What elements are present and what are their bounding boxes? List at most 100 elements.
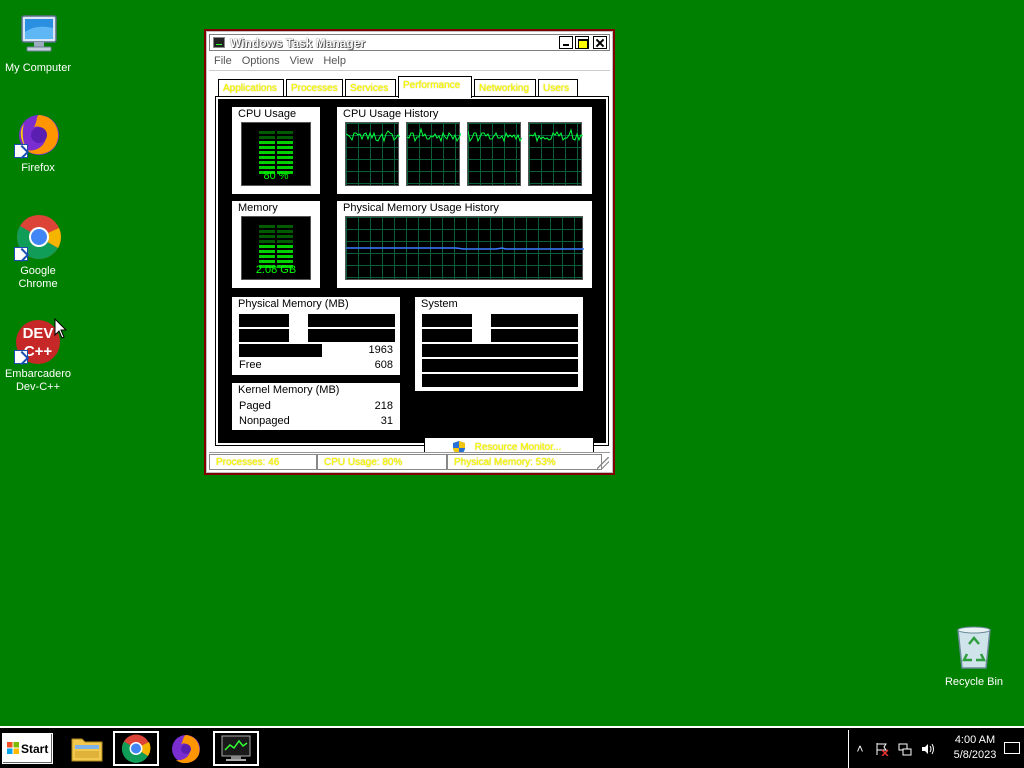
cpu-usage-value: 80 % xyxy=(263,170,289,182)
cpu-usage-title: CPU Usage xyxy=(236,108,299,120)
physical-memory-row: 1963 xyxy=(239,344,393,357)
tab-users[interactable]: Users xyxy=(538,79,578,97)
folder-icon xyxy=(71,738,103,762)
status-cpu-usage: CPU Usage: 80% xyxy=(317,454,447,470)
meter-segment xyxy=(259,240,293,243)
meter-segment xyxy=(259,230,293,233)
meter-segment xyxy=(259,156,293,159)
cpu-history-graph-core-2 xyxy=(406,122,462,186)
tray-chevron-up-icon[interactable]: ˄ xyxy=(853,742,867,756)
shortcut-arrow-icon xyxy=(14,350,28,364)
meter-segment xyxy=(259,245,293,248)
physical-memory-row: Free 608 xyxy=(239,359,393,372)
redacted-value xyxy=(491,329,578,342)
kernel-memory-row: Paged 218 xyxy=(239,400,393,413)
meter-segment xyxy=(259,235,293,238)
shortcut-arrow-icon xyxy=(14,247,28,261)
cpu-history-group: CPU Usage History xyxy=(336,106,593,195)
menu-file[interactable]: File xyxy=(209,53,237,69)
action-center-flag-icon[interactable] xyxy=(875,742,889,757)
physical-memory-value: 608 xyxy=(374,359,393,371)
memory-history-group: Physical Memory Usage History xyxy=(336,200,593,289)
redacted-value xyxy=(422,359,578,372)
physical-memory-group: Physical Memory (MB) 1963 Free 608 xyxy=(231,296,401,376)
window-title: Windows Task Manager xyxy=(230,36,366,50)
system-title: System xyxy=(419,298,460,310)
kernel-memory-group: Kernel Memory (MB) Paged 218 Nonpaged 31 xyxy=(231,382,401,431)
cpu-history-trace xyxy=(406,127,462,143)
memory-group: Memory 2.08 GB xyxy=(231,200,321,289)
cpu-history-trace xyxy=(467,130,523,143)
redacted-value xyxy=(422,344,578,357)
taskbar-explorer[interactable] xyxy=(64,731,110,766)
show-desktop-icon[interactable] xyxy=(1004,742,1020,754)
desktop-icon-label: Recycle Bin xyxy=(944,676,1004,688)
kernel-memory-value: 218 xyxy=(374,400,393,412)
tab-applications[interactable]: Applications xyxy=(218,79,284,97)
menu-view[interactable]: View xyxy=(285,53,319,69)
meter-segment xyxy=(259,151,293,154)
desktop-icon-firefox[interactable]: Firefox xyxy=(0,110,76,175)
physical-memory-key: Free xyxy=(239,359,262,371)
redacted-value xyxy=(422,374,578,387)
cpu-history-graph-core-1 xyxy=(345,122,401,186)
cpu-history-graph-core-3 xyxy=(467,122,523,186)
desktop-icon-google-chrome[interactable]: Google Chrome xyxy=(0,213,76,291)
chrome-icon xyxy=(14,213,62,261)
meter-segment xyxy=(259,146,293,149)
task-manager-app-icon xyxy=(213,37,225,48)
start-label: Start xyxy=(21,742,49,756)
memory-title: Memory xyxy=(236,202,280,214)
redacted-value xyxy=(422,329,472,342)
meter-segment xyxy=(259,250,293,253)
tab-performance[interactable]: Performance xyxy=(398,76,472,98)
status-physical-memory: Physical Memory: 53% xyxy=(447,454,602,470)
maximize-button[interactable] xyxy=(575,36,589,49)
desktop-icon-recycle-bin[interactable]: Recycle Bin xyxy=(936,624,1012,689)
tab-strip: Applications Processes Services Performa… xyxy=(216,76,604,98)
taskbar-task-manager[interactable] xyxy=(213,731,259,766)
mouse-cursor-icon xyxy=(54,318,68,339)
desktop-icon-my-computer[interactable]: My Computer xyxy=(0,10,76,75)
cpu-history-trace xyxy=(528,128,584,143)
task-manager-icon xyxy=(221,735,251,761)
tab-services[interactable]: Services xyxy=(345,79,396,97)
memory-history-title: Physical Memory Usage History xyxy=(341,202,501,214)
taskbar-chrome[interactable] xyxy=(113,731,159,766)
chrome-icon xyxy=(121,734,151,763)
menu-help[interactable]: Help xyxy=(318,53,351,69)
tab-processes[interactable]: Processes xyxy=(286,79,343,97)
start-button[interactable]: Start xyxy=(2,733,53,764)
memory-value: 2.08 GB xyxy=(255,264,297,276)
network-icon[interactable] xyxy=(898,742,912,756)
menu-bar: File Options View Help xyxy=(209,53,610,71)
desktop-icon-label: My Computer xyxy=(4,62,72,74)
taskbar: Start ˄ 4:00 AM 5/8/2023 xyxy=(0,726,1024,768)
title-bar[interactable]: Windows Task Manager xyxy=(209,34,610,51)
desktop-icon-label: Firefox xyxy=(21,162,55,174)
system-tray: ˄ 4:00 AM 5/8/2023 xyxy=(848,730,1024,768)
system-group: System xyxy=(414,296,584,392)
desktop-icon-label: Embarcadero Dev-C++ xyxy=(4,368,72,393)
meter-segment xyxy=(259,255,293,258)
meter-segment xyxy=(259,136,293,139)
clock-date: 5/8/2023 xyxy=(953,749,997,761)
close-button[interactable] xyxy=(593,36,607,49)
clock[interactable]: 4:00 AM 5/8/2023 xyxy=(939,733,1011,763)
redacted-value xyxy=(491,314,578,327)
minimize-button[interactable] xyxy=(559,36,573,49)
desktop-icon-label: Google Chrome xyxy=(18,265,58,290)
meter-segment xyxy=(259,166,293,169)
tab-networking[interactable]: Networking xyxy=(474,79,536,97)
taskbar-firefox[interactable] xyxy=(163,731,209,766)
cpu-history-title: CPU Usage History xyxy=(341,108,441,120)
firefox-icon xyxy=(14,110,62,158)
volume-icon[interactable] xyxy=(921,742,935,756)
resize-grip[interactable] xyxy=(597,457,609,469)
recycle-bin-icon xyxy=(950,624,998,672)
meter-segment xyxy=(259,260,293,263)
cpu-usage-group: CPU Usage 80 % xyxy=(231,106,321,195)
kernel-memory-key: Paged xyxy=(239,400,271,412)
redacted-value xyxy=(239,314,289,327)
menu-options[interactable]: Options xyxy=(237,53,285,69)
